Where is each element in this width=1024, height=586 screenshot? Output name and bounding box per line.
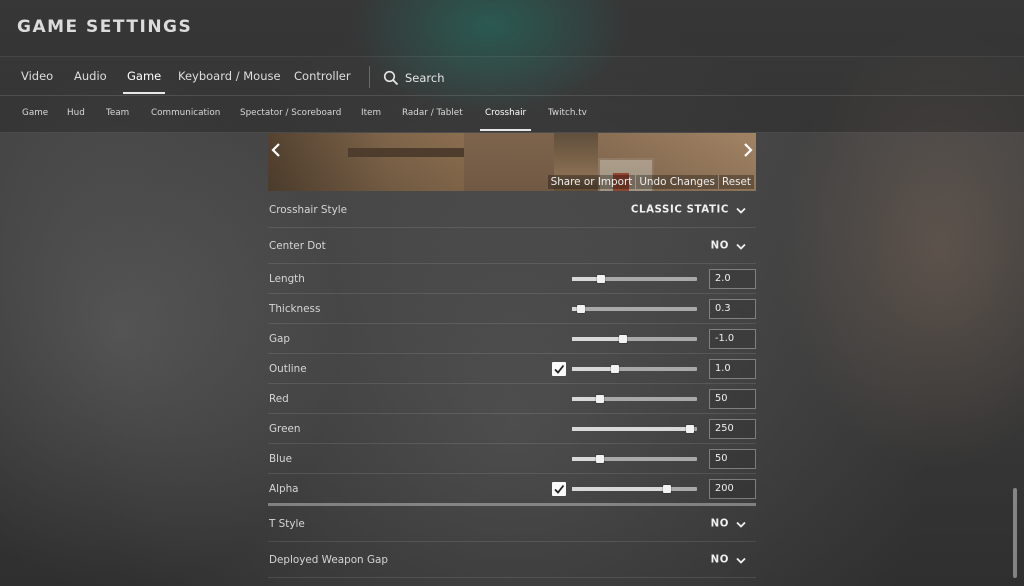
slider-handle[interactable] xyxy=(595,394,604,403)
t-style-dropdown[interactable]: NO xyxy=(711,518,746,529)
subtab-twitch-tv[interactable]: Twitch.tv xyxy=(548,108,587,131)
setting-label: Thickness xyxy=(269,302,321,315)
length-slider[interactable] xyxy=(572,274,697,283)
outline-checkbox[interactable] xyxy=(552,361,566,376)
setting-deployed-weapon-gap: Deployed Weapon Gap NO xyxy=(268,542,756,578)
slider-handle[interactable] xyxy=(685,424,694,433)
subtab-radar-tablet[interactable]: Radar / Tablet xyxy=(402,108,463,131)
gap-slider[interactable] xyxy=(572,334,697,343)
blue-value-input[interactable]: 50 xyxy=(709,448,756,469)
slider-handle[interactable] xyxy=(610,364,619,373)
setting-label: Crosshair Style xyxy=(269,203,347,216)
sub-tab-bar: Game Hud Team Communication Spectator / … xyxy=(0,96,1024,133)
setting-crosshair-style: Crosshair Style CLASSIC STATIC xyxy=(268,192,756,228)
green-value-input[interactable]: 250 xyxy=(709,418,756,439)
subtab-team[interactable]: Team xyxy=(106,108,129,131)
chevron-down-icon xyxy=(736,556,746,564)
setting-center-dot: Center Dot NO xyxy=(268,228,756,264)
setting-gap: Gap -1.0 xyxy=(268,324,756,354)
share-or-import-button[interactable]: Share or Import xyxy=(547,175,636,189)
deployed-weapon-gap-dropdown[interactable]: NO xyxy=(711,554,746,565)
alpha-slider[interactable] xyxy=(572,484,697,493)
slider-handle[interactable] xyxy=(576,304,585,313)
setting-label: Green xyxy=(269,422,301,435)
slider-handle[interactable] xyxy=(596,274,605,283)
outline-slider[interactable] xyxy=(572,364,697,373)
tab-keyboard-mouse[interactable]: Keyboard / Mouse xyxy=(178,69,281,94)
red-slider[interactable] xyxy=(572,394,697,403)
slider-fill xyxy=(572,486,667,491)
setting-red: Red 50 xyxy=(268,384,756,414)
tab-controller[interactable]: Controller xyxy=(294,69,351,94)
slider-handle[interactable] xyxy=(595,454,604,463)
setting-blue: Blue 50 xyxy=(268,444,756,474)
setting-label: Red xyxy=(269,392,289,405)
scrollbar[interactable] xyxy=(1013,488,1017,578)
dropdown-value: NO xyxy=(710,518,729,529)
chevron-right-icon[interactable] xyxy=(740,141,756,161)
setting-length: Length 2.0 xyxy=(268,264,756,294)
gap-value-input[interactable]: -1.0 xyxy=(709,328,756,349)
crosshair-style-dropdown[interactable]: CLASSIC STATIC xyxy=(631,204,746,215)
chevron-left-icon[interactable] xyxy=(268,141,284,161)
setting-green: Green 250 xyxy=(268,414,756,444)
thickness-slider[interactable] xyxy=(572,304,697,313)
setting-thickness: Thickness 0.3 xyxy=(268,294,756,324)
subtab-spectator-scoreboard[interactable]: Spectator / Scoreboard xyxy=(240,108,341,131)
setting-outline: Outline 1.0 xyxy=(268,354,756,384)
chevron-down-icon xyxy=(736,206,746,214)
green-slider[interactable] xyxy=(572,424,697,433)
setting-label: T Style xyxy=(269,517,305,530)
setting-label: Gap xyxy=(269,332,291,345)
setting-label: Length xyxy=(269,272,305,285)
subtab-hud[interactable]: Hud xyxy=(67,108,85,131)
undo-changes-button[interactable]: Undo Changes xyxy=(635,175,718,189)
slider-handle[interactable] xyxy=(663,484,671,493)
subtab-communication[interactable]: Communication xyxy=(151,108,220,131)
search-button[interactable]: Search xyxy=(383,68,445,88)
slider-fill xyxy=(572,366,615,371)
crosshair-preview: Share or Import Undo Changes Reset xyxy=(268,133,756,191)
preview-actions: Share or Import Undo Changes Reset xyxy=(547,175,754,189)
setting-label: Deployed Weapon Gap xyxy=(269,553,388,566)
center-dot-dropdown[interactable]: NO xyxy=(711,240,746,251)
subtab-item[interactable]: Item xyxy=(361,108,381,131)
tab-audio[interactable]: Audio xyxy=(74,69,107,94)
setting-alpha: Alpha 200 xyxy=(268,474,756,503)
tab-divider xyxy=(369,66,370,88)
reset-button[interactable]: Reset xyxy=(717,175,754,189)
dropdown-value: CLASSIC STATIC xyxy=(630,204,729,215)
checkmark-icon xyxy=(554,484,565,494)
chevron-down-icon xyxy=(736,242,746,250)
blue-slider[interactable] xyxy=(572,454,697,463)
slider-fill xyxy=(572,336,624,341)
tab-game[interactable]: Game xyxy=(122,69,166,94)
subtab-game[interactable]: Game xyxy=(22,108,48,131)
slider-fill xyxy=(572,426,690,431)
subtab-crosshair[interactable]: Crosshair xyxy=(479,108,532,131)
chevron-down-icon xyxy=(736,520,746,528)
slider-handle[interactable] xyxy=(619,334,628,343)
setting-label: Blue xyxy=(269,452,292,465)
tab-video[interactable]: Video xyxy=(21,69,53,94)
red-value-input[interactable]: 50 xyxy=(709,388,756,409)
setting-t-style: T Style NO xyxy=(268,506,756,542)
thickness-value-input[interactable]: 0.3 xyxy=(709,298,756,319)
length-value-input[interactable]: 2.0 xyxy=(709,268,756,289)
search-icon xyxy=(383,70,399,86)
main-tab-bar: Video Audio Game Keyboard / Mouse Contro… xyxy=(0,57,1024,96)
alpha-checkbox[interactable] xyxy=(552,481,566,496)
dropdown-value: NO xyxy=(710,554,729,565)
alpha-value-input[interactable]: 200 xyxy=(709,478,756,499)
search-label: Search xyxy=(405,71,445,85)
checkmark-icon xyxy=(554,364,565,374)
dropdown-value: NO xyxy=(710,240,729,251)
setting-label: Outline xyxy=(269,362,307,375)
page-title: GAME SETTINGS xyxy=(17,17,193,37)
setting-label: Center Dot xyxy=(269,239,326,252)
title-bar: GAME SETTINGS xyxy=(0,0,1024,57)
setting-label: Alpha xyxy=(269,482,299,495)
crosshair-settings-list: Crosshair Style CLASSIC STATIC Center Do… xyxy=(268,192,756,578)
outline-value-input[interactable]: 1.0 xyxy=(709,358,756,379)
